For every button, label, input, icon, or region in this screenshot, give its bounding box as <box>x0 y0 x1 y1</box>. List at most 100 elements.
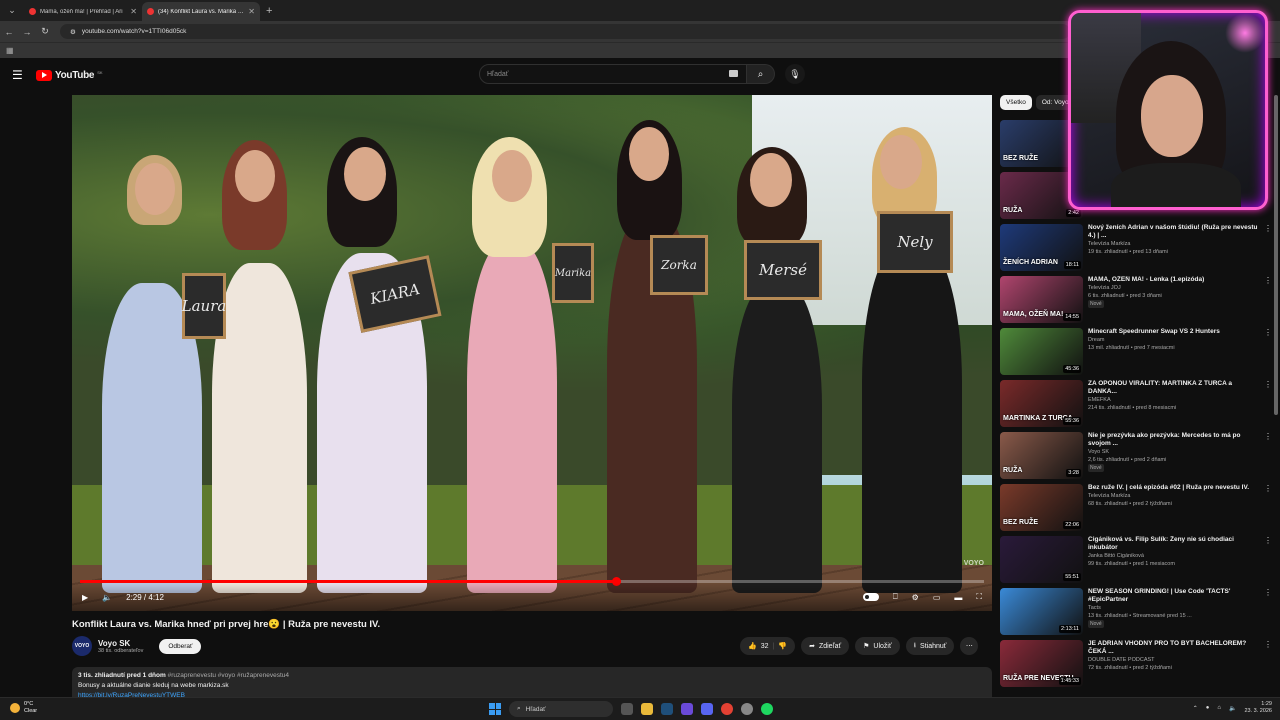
page-scrollbar[interactable] <box>1274 95 1278 415</box>
reload-icon[interactable]: ↻ <box>36 26 54 37</box>
video-thumbnail[interactable]: 55:51 <box>1000 536 1083 583</box>
recommendation-item[interactable]: RUŽA 3:28 Nie je prezývka ako prezývka: Me… <box>1000 432 1272 484</box>
channel-name[interactable]: Dream <box>1088 336 1259 344</box>
fullscreen-icon[interactable]: ⛶ <box>976 592 982 602</box>
recommendation-item[interactable]: 45:36 Minecraft Speedrunner Swap VS 2 Hun… <box>1000 328 1272 380</box>
back-icon[interactable]: ← <box>0 27 18 37</box>
more-icon[interactable]: ⋮ <box>1264 328 1272 380</box>
browser-tab-2[interactable]: (34) Konflikt Laura vs. Marika hn ✕ <box>142 2 260 21</box>
more-actions-button[interactable]: ⋯ <box>960 637 979 655</box>
file-explorer-icon[interactable] <box>641 703 653 715</box>
autoplay-toggle[interactable] <box>862 593 879 601</box>
channel-name[interactable]: EMEFKA <box>1088 396 1259 404</box>
channel-name[interactable]: Janka Bittó Cigániková <box>1088 552 1259 560</box>
clock[interactable]: 1:29 23. 3. 2026 <box>1244 701 1272 715</box>
new-tab-icon[interactable]: + <box>266 5 272 17</box>
share-button[interactable]: ➦ Zdieľať <box>801 637 850 655</box>
weather-widget[interactable]: 0°C Clear <box>10 701 37 715</box>
browser-tab-1[interactable]: Mama, ožeň ma! | Prehľad | Ari ✕ <box>24 2 142 21</box>
youtube-logo[interactable]: YouTube SK <box>36 69 103 81</box>
tab-search-icon[interactable]: ⌄ <box>0 0 24 21</box>
tray-chevron-icon[interactable]: ⌃ <box>1193 705 1198 712</box>
recommendation-item[interactable]: BEZ RUŽE 22:06 Bez ruže IV. | celá epizóda… <box>1000 484 1272 536</box>
more-icon[interactable]: ⋮ <box>1264 380 1272 432</box>
forward-icon[interactable]: → <box>18 27 36 37</box>
play-icon[interactable]: ▶ <box>82 593 88 602</box>
download-button[interactable]: ⭳ Stiahnuť <box>905 637 955 655</box>
video-thumbnail[interactable]: MAMA, OŽEŇ MA! 14:55 <box>1000 276 1083 323</box>
more-icon[interactable]: ⋮ <box>1264 640 1272 692</box>
chrome-icon[interactable] <box>721 703 733 715</box>
recommendation-item[interactable]: 55:51 Cigániková vs. Filip Sulík: Ženy ni… <box>1000 536 1272 588</box>
recommendation-item[interactable]: RUŽA PRE NEVESTU 1:45:33 JE ADRIAN VHODNÝ … <box>1000 640 1272 692</box>
video-title[interactable]: Nový ženích Adrian v našom štúdiu! (Ruža… <box>1088 224 1259 240</box>
settings-icon[interactable]: ⚙ <box>912 593 919 602</box>
app-icon[interactable] <box>681 703 693 715</box>
recommendation-item[interactable]: MARTINKA Z TURCA 55:36 ZA OPONOU VIRALITY:… <box>1000 380 1272 432</box>
video-thumbnail[interactable]: 2:13:11 <box>1000 588 1083 635</box>
dislike-icon[interactable]: 👎 <box>778 642 787 650</box>
channel-name[interactable]: Voyo SK <box>98 639 143 648</box>
video-title[interactable]: Minecraft Speedrunner Swap VS 2 Hunters <box>1088 328 1259 336</box>
network-icon[interactable]: ⌂ <box>1217 705 1221 711</box>
video-title[interactable]: NEW SEASON GRINDING! | Use Code 'TACTS' … <box>1088 588 1259 604</box>
like-icon[interactable]: 👍 <box>748 642 757 650</box>
more-icon[interactable]: ⋮ <box>1264 432 1272 484</box>
app-icon-2[interactable] <box>741 703 753 715</box>
theater-icon[interactable]: ▬ <box>954 593 962 602</box>
spotify-icon[interactable] <box>761 703 773 715</box>
desc-tags[interactable]: #ruzaprenevestu #voyo #ružaprenevestu4 <box>168 672 289 679</box>
like-count[interactable]: 32 <box>761 643 769 650</box>
steam-icon[interactable] <box>661 703 673 715</box>
keyboard-icon[interactable] <box>729 70 738 77</box>
tab-close-icon[interactable]: ✕ <box>248 7 255 16</box>
channel-name[interactable]: Televízia JOJ <box>1088 284 1259 292</box>
search-button[interactable]: ⌕ <box>747 64 775 84</box>
video-title[interactable]: JE ADRIAN VHODNÝ PRO TO BÝT BACHELOREM? … <box>1088 640 1259 656</box>
channel-name[interactable]: Televízia Markíza <box>1088 492 1259 500</box>
channel-avatar[interactable]: VOYO <box>72 636 92 656</box>
start-icon[interactable] <box>489 703 501 715</box>
channel-name[interactable]: DOUBLE DATE PODCAST <box>1088 656 1259 664</box>
video-player[interactable]: Laura KIARA Marika Zorka Mersé Nely VOYO… <box>72 95 992 611</box>
video-title[interactable]: Nie je prezývka ako prezývka: Mercedes t… <box>1088 432 1259 448</box>
video-thumbnail[interactable]: 45:36 <box>1000 328 1083 375</box>
subscribe-button[interactable]: Odberať <box>159 638 202 654</box>
save-button[interactable]: ⚑ Uložiť <box>855 637 900 655</box>
menu-icon[interactable]: ☰ <box>12 68 30 82</box>
tab-close-icon[interactable]: ✕ <box>130 7 137 16</box>
discord-icon[interactable] <box>701 703 713 715</box>
more-icon[interactable]: ⋮ <box>1264 484 1272 536</box>
recommendation-item[interactable]: 2:13:11 NEW SEASON GRINDING! | Use Code '… <box>1000 588 1272 640</box>
video-thumbnail[interactable]: RUŽA 3:28 <box>1000 432 1083 479</box>
video-title[interactable]: ZA OPONOU VIRALITY: MARTINKA Z TURCA a D… <box>1088 380 1259 396</box>
task-view-icon[interactable] <box>621 703 633 715</box>
volume-icon[interactable]: 🔈 <box>1229 705 1236 712</box>
volume-icon[interactable]: 🔈 <box>102 593 112 602</box>
video-title[interactable]: MAMA, OŽEŇ MA! - Lenka (1.epizóda) <box>1088 276 1259 284</box>
channel-name[interactable]: Voyo SK <box>1088 448 1259 456</box>
miniplayer-icon[interactable]: ▭ <box>933 593 941 602</box>
recommendation-item[interactable]: ŽENÍCH ADRIAN 18:11 Nový ženích Adrian v n… <box>1000 224 1272 276</box>
site-info-icon[interactable]: ⚙ <box>70 28 76 36</box>
more-icon[interactable]: ⋮ <box>1264 588 1272 640</box>
channel-name[interactable]: Televízia Markíza <box>1088 240 1259 248</box>
video-thumbnail[interactable]: RUŽA PRE NEVESTU 1:45:33 <box>1000 640 1083 687</box>
more-icon[interactable]: ⋮ <box>1264 276 1272 328</box>
address-bar[interactable]: ⚙ youtube.com/watch?v=1TTI06d05ck <box>60 24 1070 39</box>
more-icon[interactable]: ⋮ <box>1264 224 1272 276</box>
video-thumbnail[interactable]: ŽENÍCH ADRIAN 18:11 <box>1000 224 1083 271</box>
tray-app-icon[interactable]: ● <box>1206 705 1210 711</box>
video-thumbnail[interactable]: MARTINKA Z TURCA 55:36 <box>1000 380 1083 427</box>
chip-all[interactable]: Všetko <box>1000 95 1032 110</box>
voice-search-button[interactable]: 🎙 <box>785 64 805 84</box>
video-title[interactable]: Bez ruže IV. | celá epizóda #02 | Ruža p… <box>1088 484 1259 492</box>
recommendation-item[interactable]: MAMA, OŽEŇ MA! 14:55 MAMA, OŽEŇ MA! - Lenk… <box>1000 276 1272 328</box>
subtitles-icon[interactable]: ⎕ <box>893 592 898 602</box>
search-input[interactable]: Hľadať <box>479 64 747 84</box>
video-thumbnail[interactable]: BEZ RUŽE 22:06 <box>1000 484 1083 531</box>
video-title[interactable]: Cigániková vs. Filip Sulík: Ženy nie sú … <box>1088 536 1259 552</box>
apps-icon[interactable]: ▦ <box>6 46 14 55</box>
channel-name[interactable]: Tacts <box>1088 604 1259 612</box>
taskbar-search[interactable]: ⌕ Hľadať <box>509 701 613 717</box>
